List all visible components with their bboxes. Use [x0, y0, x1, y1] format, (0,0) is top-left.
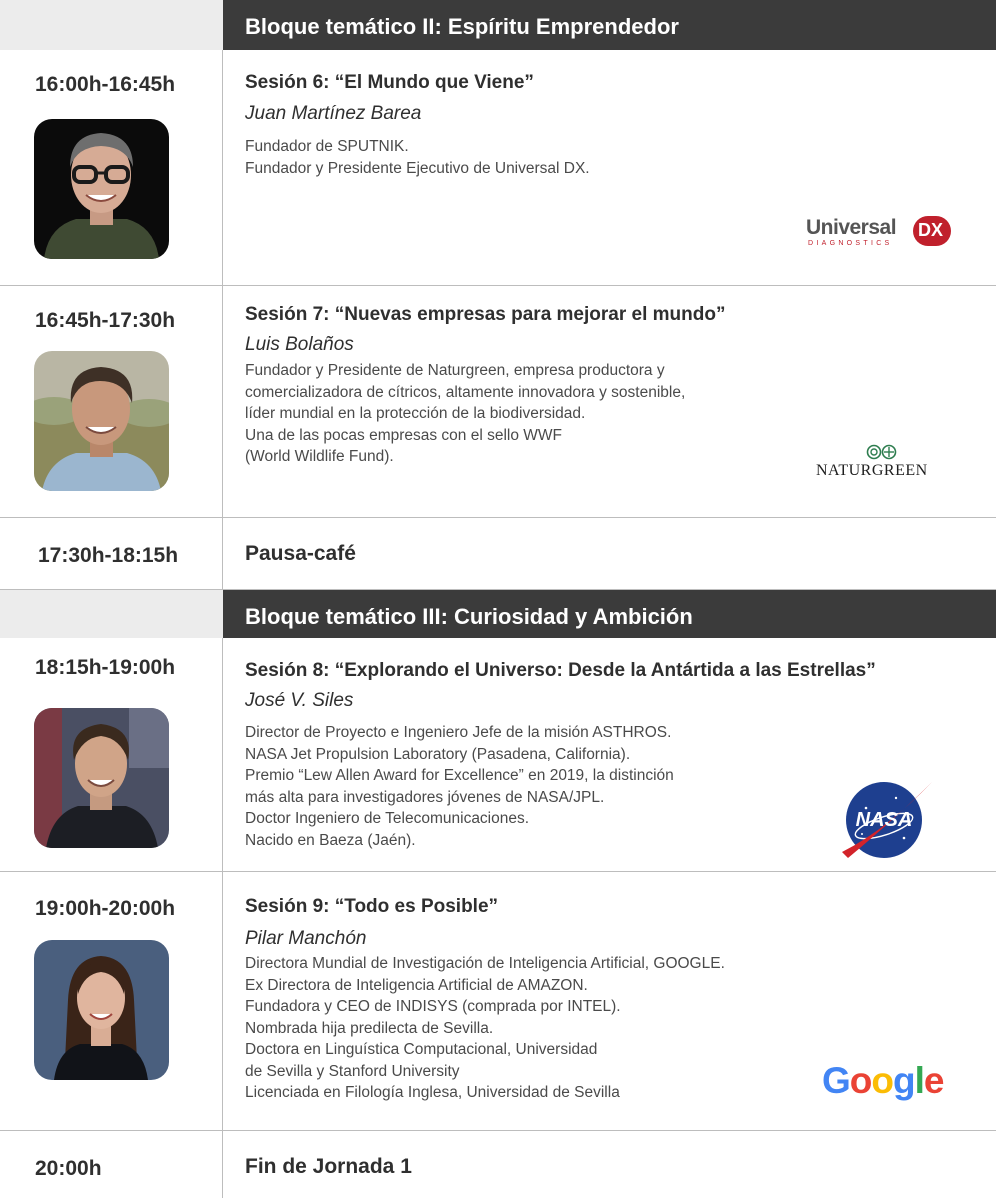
nasa-logo: NASA: [836, 768, 936, 868]
block-title: Bloque temático II: Espíritu Emprendedor: [245, 14, 679, 39]
session-title: Sesión 9: “Todo es Posible”: [245, 896, 499, 917]
google-logo: Google: [822, 1060, 944, 1101]
svg-text:NASA: NASA: [856, 809, 913, 831]
naturgreen-logo: NATURGREEN: [814, 444, 954, 484]
break-time: 17:30h-18:15h: [38, 544, 179, 567]
universal-dx-logo: Universal DX DIAGNOSTICS: [806, 216, 952, 256]
speaker-photo: [34, 351, 169, 491]
session-time: 16:00h-16:45h: [35, 73, 176, 96]
session-title: Sesión 6: “El Mundo que Viene”: [245, 72, 534, 93]
end-time: 20:00h: [35, 1157, 102, 1180]
block-header-2: Bloque temático II: Espíritu Emprendedor: [0, 0, 996, 50]
speaker-name: José V. Siles: [245, 690, 354, 711]
session-time: 19:00h-20:00h: [35, 897, 176, 920]
block-title: Bloque temático III: Curiosidad y Ambici…: [245, 604, 693, 629]
session-row-9: 19:00h-20:00h Sesión 9: “Todo es Posible…: [0, 872, 996, 1131]
naturgreen-leaf-icon: [866, 444, 897, 460]
session-title: Sesión 8: “Explorando el Universo: Desde…: [245, 660, 876, 681]
speaker-description: Fundador y Presidente de Naturgreen, emp…: [245, 362, 686, 465]
session-row-7: 16:45h-17:30h Sesión 7: “Nuevas empresas…: [0, 286, 996, 518]
dx-badge: DX: [913, 216, 951, 246]
speaker-photo: [34, 119, 169, 259]
speaker-name: Juan Martínez Barea: [245, 103, 422, 124]
session-time: 18:15h-19:00h: [35, 656, 176, 679]
break-row: 17:30h-18:15h Pausa-café: [0, 518, 996, 590]
speaker-photo: [34, 940, 169, 1080]
speaker-photo: [34, 708, 169, 848]
session-row-6: 16:00h-16:45h Sesión 6: “El Mundo que Vi…: [0, 50, 996, 286]
session-time: 16:45h-17:30h: [35, 309, 176, 332]
block-header-spacer: [0, 590, 223, 638]
end-row: 20:00h Fin de Jornada 1: [0, 1131, 996, 1198]
speaker-name: Pilar Manchón: [245, 928, 367, 949]
end-label: Fin de Jornada 1: [245, 1155, 412, 1178]
time-column: [0, 1131, 223, 1198]
session-title: Sesión 7: “Nuevas empresas para mejorar …: [245, 304, 726, 325]
speaker-description: Directora Mundial de Investigación de In…: [245, 955, 725, 1101]
speaker-description: Fundador de SPUTNIK. Fundador y Presiden…: [245, 138, 590, 177]
session-row-8: 18:15h-19:00h Sesión 8: “Explorando el U…: [0, 638, 996, 872]
block-header-3: Bloque temático III: Curiosidad y Ambici…: [0, 590, 996, 638]
break-label: Pausa-café: [245, 542, 356, 565]
block-header-spacer: [0, 0, 223, 50]
speaker-description: Director de Proyecto e Ingeniero Jefe de…: [245, 724, 674, 849]
speaker-name: Luis Bolaños: [245, 334, 354, 355]
